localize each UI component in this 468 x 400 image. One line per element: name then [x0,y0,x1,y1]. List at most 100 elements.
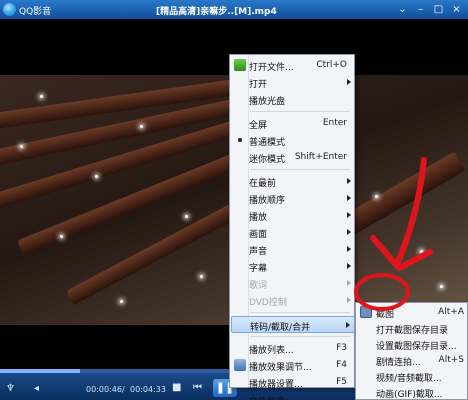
video-sparkle [420,250,423,253]
submenu-arrow-icon [347,212,351,218]
context-menu-item[interactable]: 迷你模式 Shift+Enter [231,149,355,166]
dropdown-icon[interactable]: ⌄ [396,3,409,16]
effects-icon [234,359,246,371]
video-sparkle [440,285,443,288]
app-logo-icon [3,3,16,16]
submenu-arrow-icon [347,263,351,269]
radio-check-icon [238,138,242,142]
volume-icon[interactable]: ◂ [34,383,39,394]
submenu-item[interactable]: 动画(GIF)截取... [357,384,468,400]
menu-separator [250,336,350,337]
context-menu-item[interactable]: 全屏 Enter [231,115,355,132]
submenu-arrow-icon [347,297,351,303]
context-menu-item-label: 普通模式 [249,138,286,148]
context-menu-item-label: 播放列表... [249,346,294,356]
shortcut-label: F4 [336,360,347,370]
minimize-icon[interactable]: – [414,3,427,16]
stop-icon[interactable]: ■ [172,382,181,393]
context-menu-item-label: 全屏 [249,121,268,131]
equalizer-icon[interactable]: ♆ [6,383,15,394]
submenu-arrow-icon [346,322,350,328]
submenu-item-label: 动画(GIF)截取... [376,390,443,400]
context-menu-item[interactable]: 打开 [231,74,355,91]
submenu-arrow-icon [347,246,351,252]
time-separator: / [122,385,125,394]
menu-separator [250,169,350,170]
submenu-item-label: 截图 [376,310,395,320]
context-menu-item-label: 播放光盘 [249,97,286,107]
context-menu-item-label: 播放 [249,213,268,223]
video-sparkle [40,95,43,98]
video-sparkle [20,145,23,148]
context-menu-item[interactable]: 播放顺序 [231,190,355,207]
context-menu-item[interactable]: 在最前 [231,173,355,190]
context-menu-item[interactable]: 转码/截取/合并 [231,316,355,333]
submenu-item[interactable]: 设置截图保存目录... [357,336,468,353]
transcode-submenu: 截图 Alt+A 打开截图保存目录 设置截图保存目录... 剧情连拍... Alt+S 视频… [355,302,468,400]
shortcut-label: Alt+A [438,307,464,317]
window-title: [精品高清]亲嘛步..[M].mp4 [156,7,277,17]
context-menu-item[interactable]: 打开文件... Ctrl+O [231,57,355,74]
submenu-item[interactable]: 视频/音频截取... [357,368,468,385]
context-menu-item-label: 打开文件... [249,63,294,73]
video-sparkle [140,125,143,128]
shortcut-label: Alt+S [438,355,464,365]
context-menu-item-label: 声音 [249,247,268,257]
context-menu-item-label: 歌词 [249,281,268,291]
shortcut-label: Ctrl+O [316,60,347,70]
previous-icon[interactable]: ⏮ [193,382,202,393]
app-name: QQ影音 [19,7,52,17]
context-menu-item-label: 在最前 [249,179,277,189]
shortcut-label: Enter [322,118,347,128]
submenu-item-label: 打开截图保存目录 [376,326,449,336]
context-menu-item[interactable]: 字幕 [231,258,355,275]
submenu-arrow-icon [347,79,351,85]
submenu-item[interactable]: 打开截图保存目录 [357,320,468,337]
context-menu-item-label: 播放顺序 [249,196,286,206]
menu-separator [250,111,350,112]
video-sparkle [120,300,123,303]
submenu-item[interactable]: 截图 Alt+A [357,304,468,321]
video-sparkle [185,215,188,218]
submenu-item-label: 剧情连拍... [376,358,421,368]
menu-separator [250,312,350,313]
time-current: 00:00:46 [86,385,122,394]
context-menu-item-label: 字幕 [249,264,268,274]
shortcut-label: F3 [336,343,347,353]
open-file-icon [234,59,246,71]
screenshot-icon [360,306,372,318]
context-menu-item[interactable]: 播放 [231,207,355,224]
context-menu-item[interactable]: 播放列表... F3 [231,340,355,357]
context-menu-item[interactable]: 普通模式 [231,132,355,149]
context-menu: 打开文件... Ctrl+O 打开播放光盘全屏 Enter 普通模式迷你模式 Shift+… [229,54,355,400]
close-icon[interactable]: × [450,3,463,16]
shortcut-label: F5 [336,377,347,387]
submenu-item[interactable]: 剧情连拍... Alt+S [357,352,468,369]
video-sparkle [200,275,203,278]
submenu-item-label: 视频/音频截取... [376,374,442,384]
context-menu-item-label: 播放效果调节... [249,363,312,373]
title-bar: QQ影音 [精品高清]亲嘛步..[M].mp4 ⌄ – □ × [0,0,468,19]
context-menu-item-label: 画面 [249,230,268,240]
submenu-arrow-icon [347,229,351,235]
context-menu-item[interactable]: 文件信息... [231,391,355,400]
context-menu-item-label: 迷你模式 [249,155,286,165]
submenu-arrow-icon [347,178,351,184]
time-total: 00:04:33 [130,385,166,394]
submenu-item-label: 设置截图保存目录... [376,342,457,352]
context-menu-item: 歌词 [231,275,355,292]
video-sparkle [375,195,378,198]
context-menu-item[interactable]: 播放器设置... F5 [231,374,355,391]
seek-bar-fill [0,369,80,373]
context-menu-item-label: 转码/截取/合并 [250,323,311,333]
context-menu-item-label: 打开 [249,80,268,90]
shortcut-label: Shift+Enter [294,152,347,162]
submenu-arrow-icon [347,195,351,201]
context-menu-item[interactable]: 声音 [231,241,355,258]
context-menu-item[interactable]: 播放光盘 [231,91,355,108]
context-menu-item[interactable]: 画面 [231,224,355,241]
context-menu-item[interactable]: 播放效果调节... F4 [231,357,355,374]
maximize-icon[interactable]: □ [432,3,445,16]
context-menu-item-label: 播放器设置... [249,380,303,390]
context-menu-item-label: DVD控制 [249,298,287,308]
